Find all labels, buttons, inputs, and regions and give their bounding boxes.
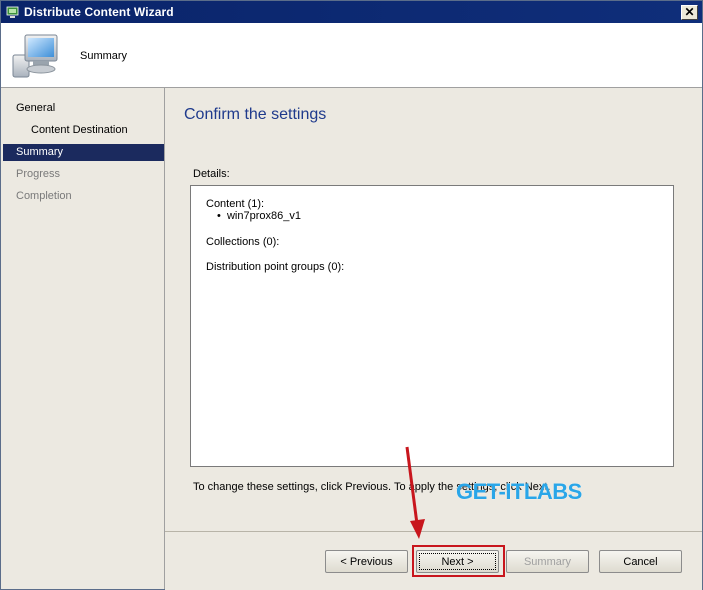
nav-item-completion: Completion xyxy=(3,188,164,205)
computer-icon xyxy=(12,34,58,78)
button-bar: < Previous Next > Summary Cancel xyxy=(165,531,702,590)
content-list-item: • win7prox86_v1 xyxy=(217,210,301,222)
nav-item-label: Progress xyxy=(16,168,61,180)
close-icon: ✕ xyxy=(684,5,695,19)
details-label: Details: xyxy=(193,168,230,180)
previous-button[interactable]: < Previous xyxy=(325,550,408,573)
page-name: Summary xyxy=(80,50,128,62)
title-bar[interactable]: Distribute Content Wizard ✕ xyxy=(1,1,702,23)
nav-item-summary[interactable]: Summary xyxy=(3,144,164,161)
wizard-icon xyxy=(6,6,19,18)
summary-button: Summary xyxy=(506,550,589,573)
wizard-window: Distribute Content Wizard ✕ Summary Gene… xyxy=(0,0,703,590)
collections-header: Collections (0): xyxy=(206,236,280,248)
next-button[interactable]: Next > xyxy=(416,550,499,573)
details-textbox[interactable]: Content (1): • win7prox86_v1 Collections… xyxy=(190,185,674,467)
cancel-button[interactable]: Cancel xyxy=(599,550,682,573)
nav-item-label: Summary xyxy=(16,146,64,158)
content-header: Content (1): xyxy=(206,198,265,210)
dp-groups-header: Distribution point groups (0): xyxy=(206,261,345,273)
close-button[interactable]: ✕ xyxy=(681,5,698,20)
nav-item-content-destination[interactable]: Content Destination xyxy=(3,122,164,139)
nav-item-label: General xyxy=(16,102,56,114)
nav-item-progress: Progress xyxy=(3,166,164,183)
nav-item-label: Completion xyxy=(16,190,72,202)
wizard-header: Summary xyxy=(1,23,702,88)
watermark-text: GET-ITLABS xyxy=(456,479,582,504)
window-title: Distribute Content Wizard xyxy=(24,5,174,19)
wizard-content: Confirm the settings Details: Content (1… xyxy=(165,88,702,531)
nav-item-label: Content Destination xyxy=(31,124,128,136)
nav-item-general[interactable]: General xyxy=(3,100,164,117)
wizard-steps-nav: General Content Destination Summary Prog… xyxy=(1,88,165,589)
page-heading: Confirm the settings xyxy=(184,106,327,123)
